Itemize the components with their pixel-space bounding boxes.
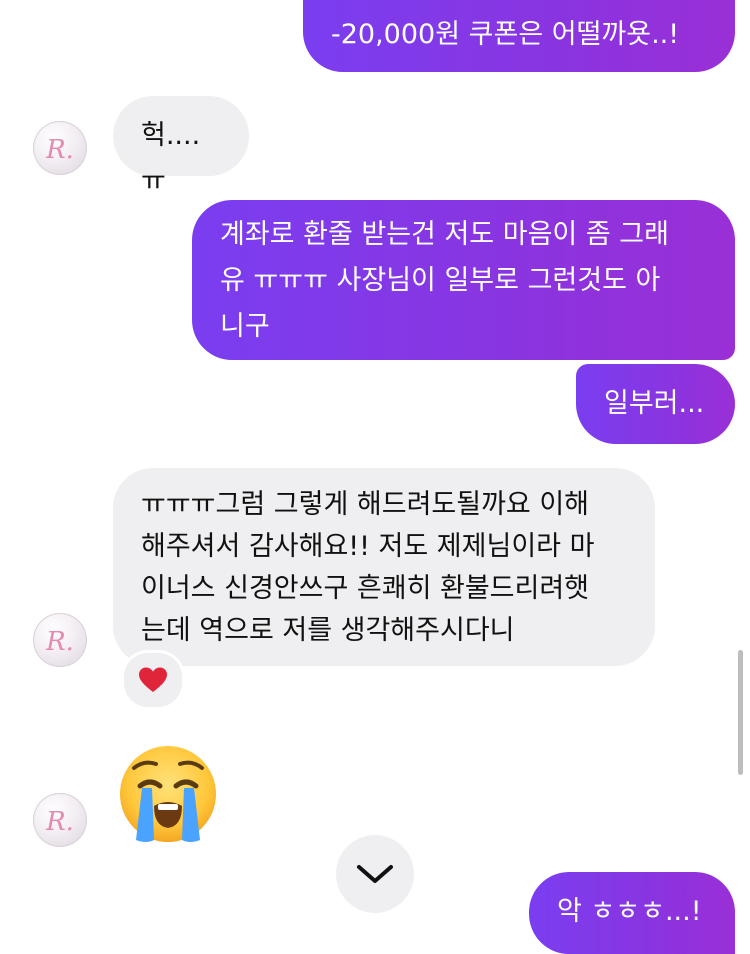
- avatar-logo-icon: R.: [45, 807, 74, 837]
- message-bubble-outgoing[interactable]: 일부러...: [576, 364, 735, 444]
- avatar[interactable]: R.: [33, 613, 87, 667]
- heart-icon: [139, 667, 167, 692]
- loudly-crying-face-emoji[interactable]: [116, 742, 220, 846]
- svg-text:R.: R.: [45, 627, 74, 657]
- message-bubble-incoming[interactable]: ㅠㅠㅠ그럼 그렇게 해드려도될까요 이해 해주셔서 감사해요!! 저도 제제님이…: [113, 468, 655, 666]
- avatar-logo-icon: R.: [45, 627, 74, 657]
- svg-text:R.: R.: [45, 135, 74, 165]
- message-bubble-incoming[interactable]: 헉....ㅠ: [113, 96, 249, 197]
- message-bubble-outgoing[interactable]: 계좌로 환줄 받는건 저도 마음이 좀 그래 유 ㅠㅠㅠ 사장님이 일부로 그런…: [192, 200, 735, 360]
- svg-text:R.: R.: [45, 807, 74, 837]
- message-reaction[interactable]: [121, 650, 185, 710]
- scrollbar[interactable]: [738, 650, 743, 775]
- scroll-to-bottom-button[interactable]: [336, 835, 414, 913]
- message-bubble-outgoing[interactable]: 악 ㅎㅎㅎ...!: [529, 872, 735, 954]
- avatar[interactable]: R.: [33, 121, 87, 175]
- message-bubble-outgoing[interactable]: -20,000원 쿠폰은 어떨까욧..!: [303, 0, 735, 72]
- chevron-down-icon: [357, 865, 393, 883]
- avatar[interactable]: R.: [33, 793, 87, 847]
- avatar-logo-icon: R.: [45, 135, 74, 165]
